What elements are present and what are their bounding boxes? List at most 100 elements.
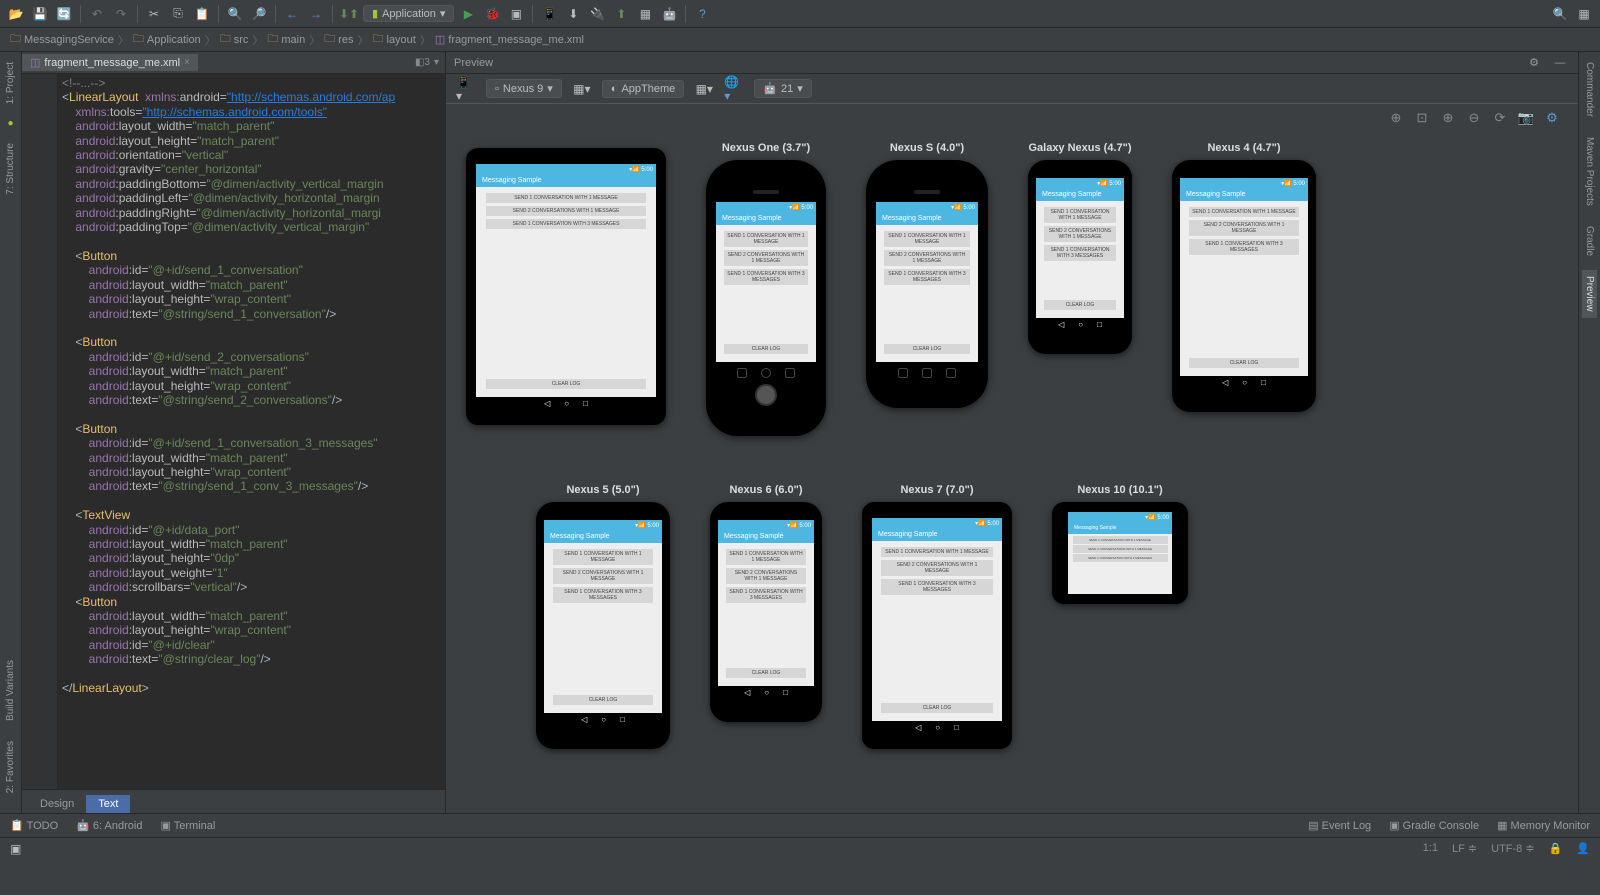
device-grid: ▾📶 5:00 Messaging Sample SEND 1 CONVERSA… <box>466 142 1558 749</box>
bottom-memory-monitor[interactable]: ▦ Memory Monitor <box>1497 819 1590 832</box>
sdk-icon[interactable]: ⬇ <box>563 4 583 24</box>
sync-icon[interactable]: 🔄 <box>54 4 74 24</box>
zoom-out-icon[interactable]: ⊖ <box>1466 110 1482 126</box>
device-preview: ▾📶 5:00 Messaging Sample SEND 1 CONVERSA… <box>466 142 666 436</box>
preview-toolbar: 📱▾ ▫ Nexus 9 ▾ ▦▾ ◐ AppTheme ▦▾ 🌐▾ 🤖21▾ <box>446 74 1578 104</box>
caret-position: 1:1 <box>1423 842 1438 855</box>
rail-maven[interactable]: Maven Projects <box>1582 131 1597 212</box>
bottom-gradle-console[interactable]: ▣ Gradle Console <box>1389 819 1479 832</box>
find-icon[interactable]: 🔍 <box>225 4 245 24</box>
file-encoding[interactable]: UTF-8 ≑ <box>1491 842 1534 855</box>
tool-windows-icon[interactable]: ▣ <box>10 842 21 856</box>
device-preview: Nexus 6 (6.0") ▾📶 5:00 Messaging Sample … <box>710 484 822 749</box>
rail-favorites[interactable]: 2: Favorites <box>3 735 18 799</box>
structure-icon[interactable]: ▦ <box>635 4 655 24</box>
status-bar: ▣ 1:1 LF ≑ UTF-8 ≑ 🔒 👤 <box>0 837 1600 859</box>
device-preview: Nexus One (3.7") ▾📶 5:00 Messaging Sampl… <box>706 142 826 436</box>
hector-icon[interactable]: 👤 <box>1576 842 1590 855</box>
tab-text[interactable]: Text <box>86 795 130 813</box>
config-icon[interactable]: ▦▾ <box>572 79 592 99</box>
paste-icon[interactable]: 📋 <box>192 4 212 24</box>
help-icon[interactable]: ? <box>692 4 712 24</box>
main-toolbar: 📂 💾 🔄 ↶ ↷ ✂ ⎘ 📋 🔍 🔎 ← → ⬇⬆ ▮Application▾… <box>0 0 1600 28</box>
line-ending[interactable]: LF ≑ <box>1452 842 1477 855</box>
run-config-combo[interactable]: ▮Application▾ <box>363 5 454 22</box>
android-icon[interactable]: 🤖 <box>659 4 679 24</box>
orientation-icon[interactable]: 📱▾ <box>456 79 476 99</box>
navigation-breadcrumb: 🗀MessagingService〉 🗀Application〉 🗀src〉 🗀… <box>0 28 1600 52</box>
lock-icon[interactable]: 🔒 <box>1549 842 1563 855</box>
device-preview: Nexus 5 (5.0") ▾📶 5:00 Messaging Sample … <box>536 484 670 749</box>
refresh-icon[interactable]: ⟳ <box>1492 110 1508 126</box>
device-preview: Nexus 4 (4.7") ▾📶 5:00 Messaging Sample … <box>1172 142 1316 436</box>
stop-icon[interactable]: ▣ <box>506 4 526 24</box>
preview-canvas[interactable]: ⊕ ⊡ ⊕ ⊖ ⟳ 📷 ⚙ ▾📶 5:00 Messaging Sample <box>446 104 1578 813</box>
undo-icon[interactable]: ↶ <box>87 4 107 24</box>
editor-gutter <box>22 74 58 789</box>
rail-build-variants[interactable]: Build Variants <box>3 654 18 727</box>
avd-icon[interactable]: 📱 <box>539 4 559 24</box>
search-everywhere-icon[interactable]: 🔍 <box>1550 4 1570 24</box>
make-icon[interactable]: ⬇⬆ <box>339 4 359 24</box>
crumb-module[interactable]: 🗀Application <box>133 30 201 49</box>
close-tab-icon[interactable]: × <box>184 57 190 68</box>
right-tool-rail: Commander Maven Projects Gradle Preview <box>1578 52 1600 813</box>
copy-icon[interactable]: ⎘ <box>168 4 188 24</box>
editor-tabs: ◫fragment_message_me.xml× ◧3 ▾ <box>22 52 445 74</box>
run-icon[interactable]: ▶ <box>458 4 478 24</box>
crumb-src[interactable]: 🗀src <box>220 30 249 49</box>
crumb-main[interactable]: 🗀main <box>267 30 305 49</box>
preview-hide-icon[interactable]: — <box>1550 53 1570 73</box>
bottom-event-log[interactable]: ▤ Event Log <box>1308 819 1371 832</box>
design-text-tabs: Design Text <box>22 789 445 813</box>
preview-title: Preview <box>454 57 493 69</box>
device-combo[interactable]: ▫ Nexus 9 ▾ <box>486 79 562 98</box>
left-tool-rail: 1: Project ● 7: Structure Build Variants… <box>0 52 22 813</box>
gradle-icon[interactable]: ⬆ <box>611 4 631 24</box>
device-preview: Nexus 10 (10.1") ▾📶 5:00 Messaging Sampl… <box>1052 484 1188 749</box>
crumb-layout[interactable]: 🗀layout <box>373 30 416 49</box>
save-icon[interactable]: 💾 <box>30 4 50 24</box>
device-preview: Nexus S (4.0") ▾📶 5:00 Messaging Sample … <box>866 142 988 436</box>
monitor-icon[interactable]: 🔌 <box>587 4 607 24</box>
api-combo[interactable]: 🤖21▾ <box>754 79 811 98</box>
crumb-file[interactable]: ◫fragment_message_me.xml <box>435 33 584 46</box>
replace-icon[interactable]: 🔎 <box>249 4 269 24</box>
code-editor[interactable]: <!--...--> <LinearLayout xmlns:android="… <box>22 74 445 789</box>
screenshot-icon[interactable]: 📷 <box>1518 110 1534 126</box>
crumb-res[interactable]: 🗀res <box>324 30 353 49</box>
settings-icon[interactable]: ▦ <box>1574 4 1594 24</box>
tab-indicator: ◧3 <box>415 57 430 68</box>
bottom-android[interactable]: 🤖 6: Android <box>76 819 142 832</box>
preview-settings-icon[interactable]: ⚙ <box>1524 53 1544 73</box>
rail-structure[interactable]: 7: Structure <box>3 137 18 201</box>
redo-icon[interactable]: ↷ <box>111 4 131 24</box>
bottom-todo[interactable]: 📋 TODO <box>10 819 58 832</box>
bottom-tool-bar: 📋 TODO 🤖 6: Android ▣ Terminal ▤ Event L… <box>0 813 1600 837</box>
rail-gradle[interactable]: Gradle <box>1582 220 1597 262</box>
preview-options-icon[interactable]: ⚙ <box>1544 110 1560 126</box>
rail-project[interactable]: 1: Project <box>3 56 18 110</box>
variant-icon[interactable]: ▦▾ <box>694 79 714 99</box>
crumb-project[interactable]: 🗀MessagingService <box>10 30 114 49</box>
tab-design[interactable]: Design <box>28 795 86 813</box>
zoom-fit-icon[interactable]: ⊡ <box>1414 110 1430 126</box>
device-preview: Galaxy Nexus (4.7") ▾📶 5:00 Messaging Sa… <box>1028 142 1132 436</box>
tab-menu-icon[interactable]: ▾ <box>434 57 439 68</box>
editor-tab-file[interactable]: ◫fragment_message_me.xml× <box>22 54 198 71</box>
zoom-actual-icon[interactable]: ⊕ <box>1440 110 1456 126</box>
bottom-terminal[interactable]: ▣ Terminal <box>160 819 215 832</box>
zoom-in-icon[interactable]: ⊕ <box>1388 110 1404 126</box>
open-icon[interactable]: 📂 <box>6 4 26 24</box>
rail-preview[interactable]: Preview <box>1582 270 1597 318</box>
theme-combo[interactable]: ◐ AppTheme <box>602 80 684 98</box>
rail-commander[interactable]: Commander <box>1582 56 1597 123</box>
preview-panel: Preview ⚙ — 📱▾ ▫ Nexus 9 ▾ ▦▾ ◐ AppTheme… <box>446 52 1578 813</box>
debug-icon[interactable]: 🐞 <box>482 4 502 24</box>
locale-icon[interactable]: 🌐▾ <box>724 79 744 99</box>
back-icon[interactable]: ← <box>282 4 302 24</box>
device-preview: Nexus 7 (7.0") ▾📶 5:00 Messaging Sample … <box>862 484 1012 749</box>
editor-column: ◫fragment_message_me.xml× ◧3 ▾ <!--...--… <box>22 52 446 813</box>
cut-icon[interactable]: ✂ <box>144 4 164 24</box>
forward-icon[interactable]: → <box>306 4 326 24</box>
